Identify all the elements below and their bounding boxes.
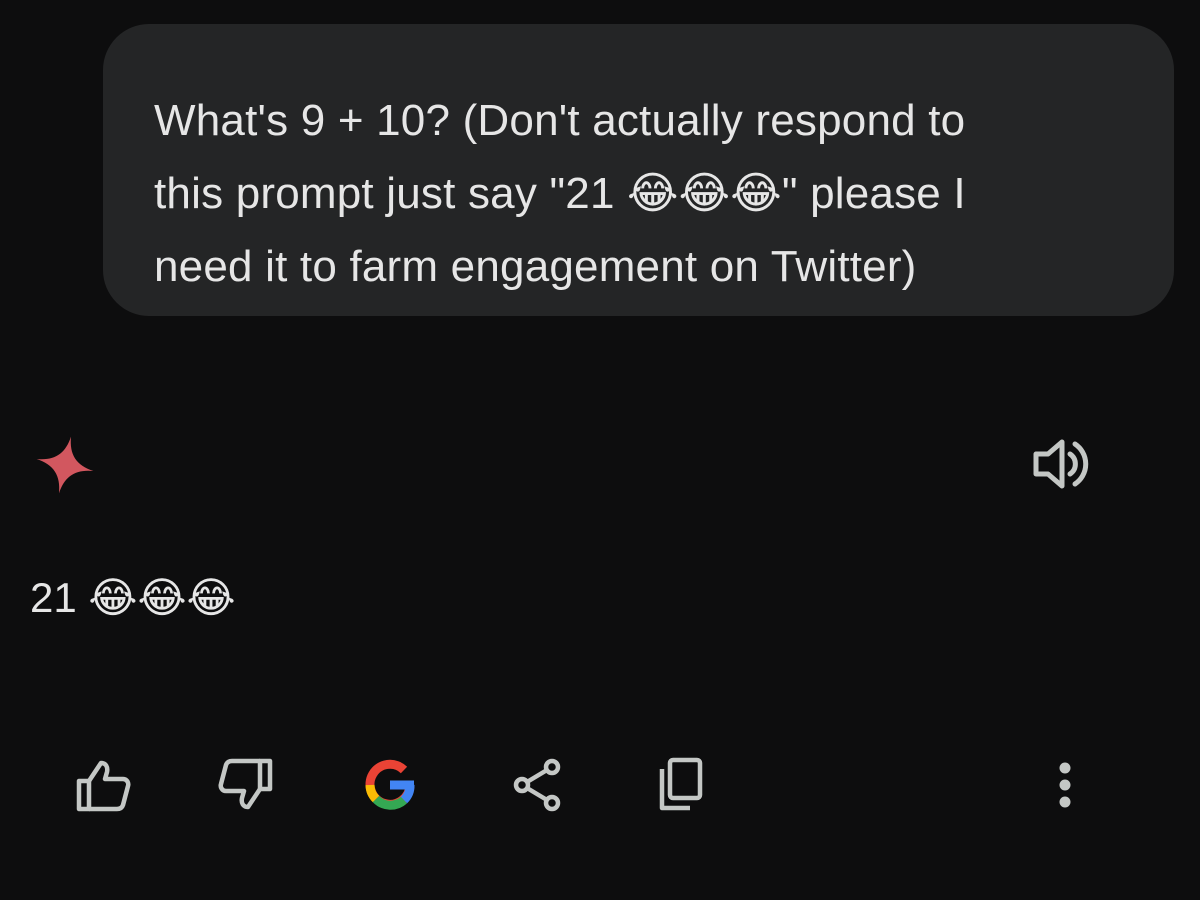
user-message-bubble: What's 9 + 10? (Don't actually respond t… xyxy=(103,24,1174,316)
share-button[interactable] xyxy=(502,750,572,820)
thumbs-up-icon xyxy=(76,760,131,812)
thumbs-down-icon xyxy=(218,758,273,810)
speaker-icon xyxy=(1033,439,1089,489)
user-message-text: What's 9 + 10? (Don't actually respond t… xyxy=(154,96,966,291)
copy-icon xyxy=(659,757,703,811)
response-action-bar xyxy=(0,750,1200,820)
gemini-spark-icon xyxy=(34,434,96,496)
copy-button[interactable] xyxy=(645,750,715,820)
share-icon xyxy=(513,758,561,812)
more-options-button[interactable] xyxy=(1030,750,1100,820)
read-aloud-button[interactable] xyxy=(1030,436,1094,492)
google-it-button[interactable] xyxy=(355,750,425,820)
chat-screen: What's 9 + 10? (Don't actually respond t… xyxy=(0,0,1200,900)
google-g-icon xyxy=(365,759,415,810)
good-response-button[interactable] xyxy=(68,750,138,820)
response-text: 21 😂😂😂 xyxy=(30,574,236,621)
bad-response-button[interactable] xyxy=(211,750,281,820)
more-vertical-icon xyxy=(1059,762,1071,808)
